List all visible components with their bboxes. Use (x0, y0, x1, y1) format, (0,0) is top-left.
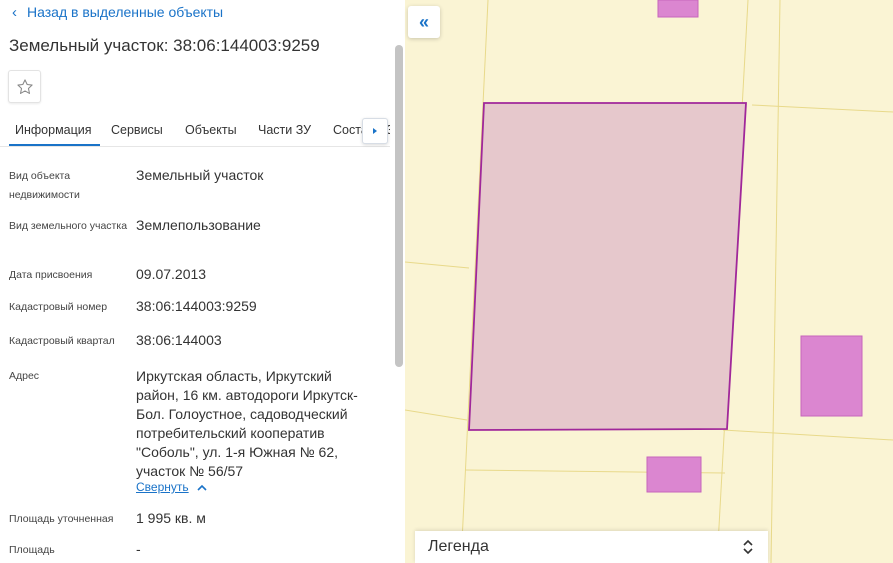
field-value-area-refined: 1 995 кв. м (136, 510, 206, 526)
map-canvas[interactable] (405, 0, 893, 563)
panel-scrollbar-thumb[interactable] (395, 45, 403, 367)
field-value-assign-date: 09.07.2013 (136, 266, 207, 282)
page-title: Земельный участок: 38:06:144003:9259 (9, 36, 320, 55)
building[interactable] (646, 456, 702, 493)
field-label-area: Площадь (9, 544, 55, 556)
field-value-cadastral-number: 38:06:144003:9259 (136, 298, 257, 314)
field-label-cadastral-number: Кадастровый номер (9, 301, 108, 313)
legend-title: Легенда (428, 538, 489, 555)
back-link-label: Назад в выделенные объекты (27, 4, 224, 20)
building[interactable] (657, 0, 699, 18)
field-label-area-refined: Площадь уточненная (9, 513, 114, 525)
info-panel: ‹ Назад в выделенные объекты Земельный у… (0, 0, 405, 563)
tab-parts[interactable]: Части ЗУ (258, 123, 311, 137)
chevron-up-icon (197, 484, 207, 491)
field-value-address: Иркутская область, Иркутский район, 16 к… (136, 368, 358, 479)
field-label-parcel-type: Вид земельного участка (9, 220, 128, 232)
collapse-label: Свернуть (136, 480, 189, 494)
building[interactable] (800, 335, 863, 417)
back-link[interactable]: ‹ Назад в выделенные объекты (12, 3, 223, 21)
double-chevron-left-icon: « (418, 11, 429, 32)
tab-services[interactable]: Сервисы (111, 123, 163, 137)
field-value-parcel-type: Землепользование (136, 217, 261, 233)
collapse-panel-button[interactable]: « (408, 6, 440, 38)
field-value-area: - (136, 541, 141, 557)
chevron-left-icon: ‹ (12, 3, 17, 21)
field-label-cadastral-quarter: Кадастровый квартал (9, 335, 115, 347)
tab-objects[interactable]: Объекты (185, 123, 237, 137)
favorite-button[interactable] (8, 70, 41, 103)
map-view[interactable] (405, 0, 893, 563)
tabs-scroll-right-button[interactable] (362, 118, 388, 144)
triangle-right-icon (373, 128, 377, 134)
expand-collapse-icon (743, 539, 753, 555)
selected-parcel[interactable] (468, 102, 747, 431)
legend-bar[interactable]: Легенда (415, 531, 768, 563)
field-value-object-type: Земельный участок (136, 167, 264, 183)
field-label-assign-date: Дата присвоения (9, 269, 93, 281)
field-label-object-type: Вид объекта недвижимости (9, 170, 80, 201)
tab-information[interactable]: Информация (9, 123, 100, 146)
field-value-cadastral-quarter: 38:06:144003 (136, 332, 222, 348)
collapse-address-link[interactable]: Свернуть (136, 480, 207, 494)
tab-bar: Информация Сервисы Объекты Части ЗУ Сост… (0, 112, 390, 147)
star-icon (16, 78, 33, 94)
field-label-address: Адрес (9, 370, 40, 382)
